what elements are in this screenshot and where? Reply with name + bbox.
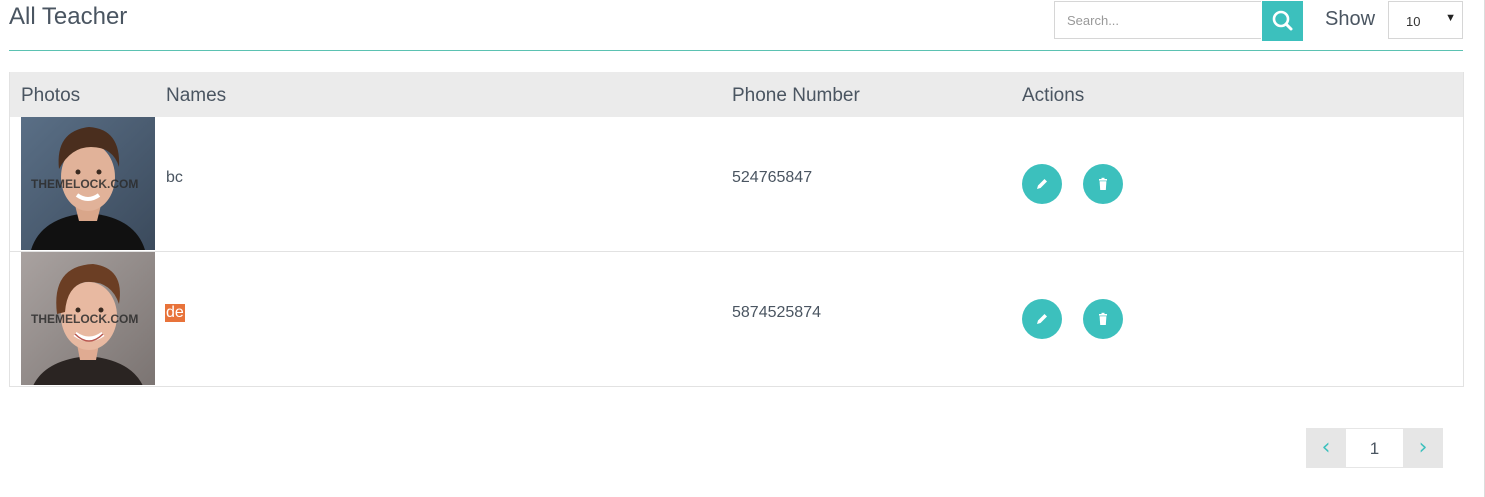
pagination: ‹ 1 › — [1306, 428, 1443, 468]
delete-button[interactable] — [1083, 299, 1123, 339]
search-input[interactable] — [1054, 1, 1261, 39]
page-number[interactable]: 1 — [1346, 428, 1403, 468]
edit-button[interactable] — [1022, 299, 1062, 339]
column-header-photos: Photos — [21, 85, 81, 106]
title-divider — [9, 50, 1463, 51]
page-title: All Teacher — [9, 3, 128, 30]
previous-page-button[interactable]: ‹ — [1306, 428, 1346, 468]
delete-button[interactable] — [1083, 164, 1123, 204]
teacher-name: bc — [166, 169, 183, 186]
column-header-names: Names — [166, 85, 227, 106]
photo-watermark: THEMELOCK.COM — [31, 312, 138, 326]
search-button[interactable] — [1262, 1, 1303, 41]
table-header: Photos Names Phone Number Actions — [10, 72, 1463, 117]
teacher-phone: 524765847 — [732, 169, 813, 186]
table-row: THEMELOCK.COM bc 524765847 — [10, 117, 1463, 251]
photo-watermark: THEMELOCK.COM — [31, 177, 138, 191]
teacher-phone: 5874525874 — [732, 304, 821, 321]
table-row: THEMELOCK.COM de 5874525874 — [10, 251, 1463, 386]
trash-icon — [1099, 177, 1107, 190]
entries-per-page-select[interactable]: 10 ▼ — [1388, 1, 1463, 39]
pencil-icon — [1037, 314, 1047, 324]
edit-button[interactable] — [1022, 164, 1062, 204]
teacher-table: Photos Names Phone Number Actions THEMEL… — [9, 72, 1464, 387]
column-header-actions: Actions — [1022, 85, 1085, 106]
search-icon — [1272, 10, 1293, 31]
search-box — [1054, 1, 1303, 41]
teacher-name: de — [165, 304, 185, 322]
teacher-photo: THEMELOCK.COM — [21, 252, 155, 385]
teacher-photo: THEMELOCK.COM — [21, 117, 155, 250]
column-header-phone: Phone Number — [732, 85, 860, 106]
dropdown-arrow-icon: ▼ — [1445, 12, 1456, 24]
next-page-button[interactable]: › — [1403, 428, 1443, 468]
show-label: Show — [1325, 8, 1376, 30]
entries-per-page-value: 10 — [1406, 14, 1421, 29]
pencil-icon — [1037, 179, 1047, 189]
trash-icon — [1099, 312, 1107, 325]
